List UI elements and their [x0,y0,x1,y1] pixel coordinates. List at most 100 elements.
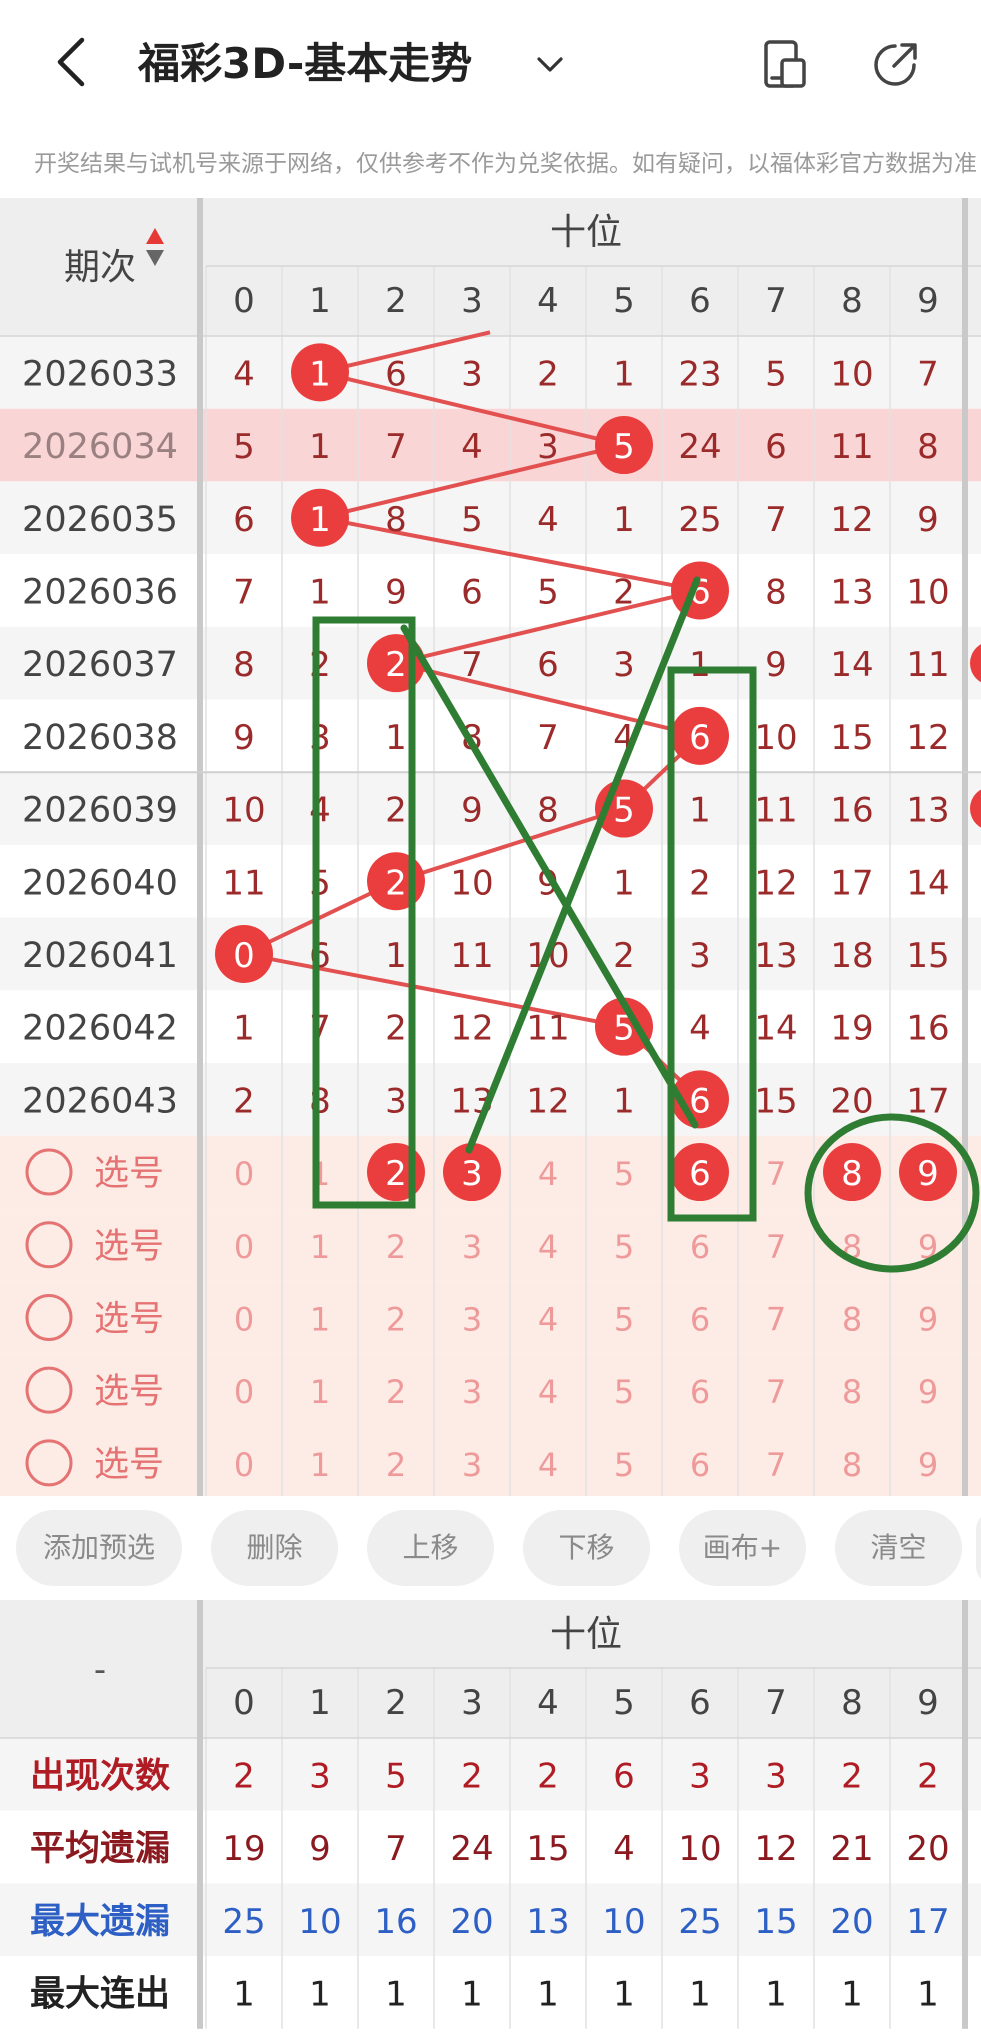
pick-number[interactable]: 7 [766,1228,786,1266]
add-preselect-button[interactable]: 添加预选 [16,1510,182,1586]
pick-number[interactable]: 6 [689,1154,711,1194]
miss-count: 16 [906,1009,949,1049]
pick-number[interactable]: 7 [766,1300,786,1338]
canvas-add-button[interactable]: 画布+ [679,1510,806,1586]
stats-value: 2 [841,1756,863,1796]
period-label: 2026036 [22,572,178,612]
stats-value: 4 [613,1829,635,1869]
page-title[interactable]: 福彩3D-基本走势 [138,38,472,90]
pick-number[interactable]: 4 [538,1228,558,1266]
stats-header-bg [0,1600,981,1738]
pick-number[interactable]: 7 [766,1446,786,1484]
pick-number[interactable]: 6 [690,1300,710,1338]
pick-number[interactable]: 0 [234,1155,254,1193]
digit-header: 0 [233,281,255,321]
miss-count: 10 [830,354,873,394]
stats-value: 3 [309,1756,331,1796]
pick-number[interactable]: 0 [234,1300,254,1338]
pick-number[interactable]: 1 [310,1446,330,1484]
pick-number[interactable]: 5 [614,1300,634,1338]
pick-number[interactable]: 2 [386,1373,406,1411]
pick-number[interactable]: 9 [918,1446,938,1484]
delete-button[interactable]: 删除 [211,1510,338,1586]
pick-number[interactable]: 9 [918,1300,938,1338]
pick-number[interactable]: 2 [386,1446,406,1484]
miss-count: 9 [385,572,407,612]
phone-layout-icon[interactable] [760,38,810,92]
miss-count: 1 [385,936,407,976]
stats-row-label: 出现次数 [30,1756,170,1796]
miss-count: 15 [830,718,873,758]
miss-count: 1 [689,645,711,685]
pick-number[interactable]: 6 [690,1446,710,1484]
pick-label[interactable]: 选号 [94,1372,164,1412]
miss-count: 16 [830,791,873,831]
miss-count: 20 [830,1081,873,1121]
pick-number[interactable]: 3 [462,1446,482,1484]
pick-number[interactable]: 7 [766,1155,786,1193]
pick-number[interactable]: 8 [841,1154,863,1194]
miss-count: 11 [450,936,493,976]
miss-count: 6 [233,500,255,540]
move-up-button[interactable]: 上移 [367,1510,494,1586]
pick-number[interactable]: 4 [538,1300,558,1338]
hit-number: 5 [613,427,635,467]
pick-number[interactable]: 3 [462,1300,482,1338]
pick-number[interactable]: 8 [842,1373,862,1411]
pick-number[interactable]: 5 [614,1155,634,1193]
period-label: 2026041 [22,936,178,976]
pick-number[interactable]: 0 [234,1228,254,1266]
pick-number[interactable]: 5 [614,1373,634,1411]
pick-number[interactable]: 8 [842,1300,862,1338]
stats-section-label: 十位 [550,1614,622,1655]
pick-number[interactable]: 4 [538,1155,558,1193]
share-icon[interactable] [868,38,922,92]
section-label: 十位 [550,212,622,253]
pick-label[interactable]: 选号 [94,1227,164,1267]
pick-number[interactable]: 1 [310,1373,330,1411]
move-down-button[interactable]: 下移 [523,1510,650,1586]
pick-number[interactable]: 9 [917,1154,939,1194]
pick-number[interactable]: 9 [918,1373,938,1411]
miss-count: 3 [461,354,483,394]
miss-count: 2 [613,572,635,612]
pick-number[interactable]: 6 [690,1373,710,1411]
pick-label[interactable]: 选号 [94,1445,164,1485]
pick-label[interactable]: 选号 [94,1299,164,1339]
pick-number[interactable]: 4 [538,1446,558,1484]
pick-number[interactable]: 4 [538,1373,558,1411]
period-header[interactable]: 期次 [64,247,136,288]
stats-digit-header: 0 [233,1683,255,1723]
digit-header: 4 [537,281,559,321]
pick-number[interactable]: 2 [385,1154,407,1194]
pick-number[interactable]: 7 [766,1373,786,1411]
pick-number[interactable]: 1 [310,1300,330,1338]
back-arrow-icon[interactable] [50,34,94,90]
pick-number[interactable]: 2 [386,1300,406,1338]
period-label: 2026033 [22,354,178,394]
pick-label[interactable]: 选号 [94,1154,164,1194]
miss-count: 1 [309,427,331,467]
stats-value: 25 [222,1902,265,1942]
pick-number[interactable]: 0 [234,1373,254,1411]
pick-number[interactable]: 5 [614,1228,634,1266]
pick-number[interactable]: 8 [842,1446,862,1484]
stats-value: 1 [765,1974,787,2014]
miss-count: 12 [754,863,797,903]
chevron-down-icon[interactable] [533,48,567,82]
pick-number[interactable]: 5 [614,1446,634,1484]
clear-button[interactable]: 清空 [835,1510,962,1586]
stats-value: 1 [461,1974,483,2014]
stats-value: 1 [689,1974,711,2014]
more-button[interactable] [976,1510,981,1586]
pick-number[interactable]: 2 [386,1228,406,1266]
stats-value: 12 [754,1829,797,1869]
pick-number[interactable]: 0 [234,1446,254,1484]
pick-number[interactable]: 3 [461,1154,483,1194]
stats-row-label: 平均遗漏 [30,1829,170,1869]
digit-header: 9 [917,281,939,321]
pick-number[interactable]: 1 [310,1228,330,1266]
pick-number[interactable]: 3 [462,1373,482,1411]
pick-number[interactable]: 6 [690,1228,710,1266]
pick-number[interactable]: 3 [462,1228,482,1266]
